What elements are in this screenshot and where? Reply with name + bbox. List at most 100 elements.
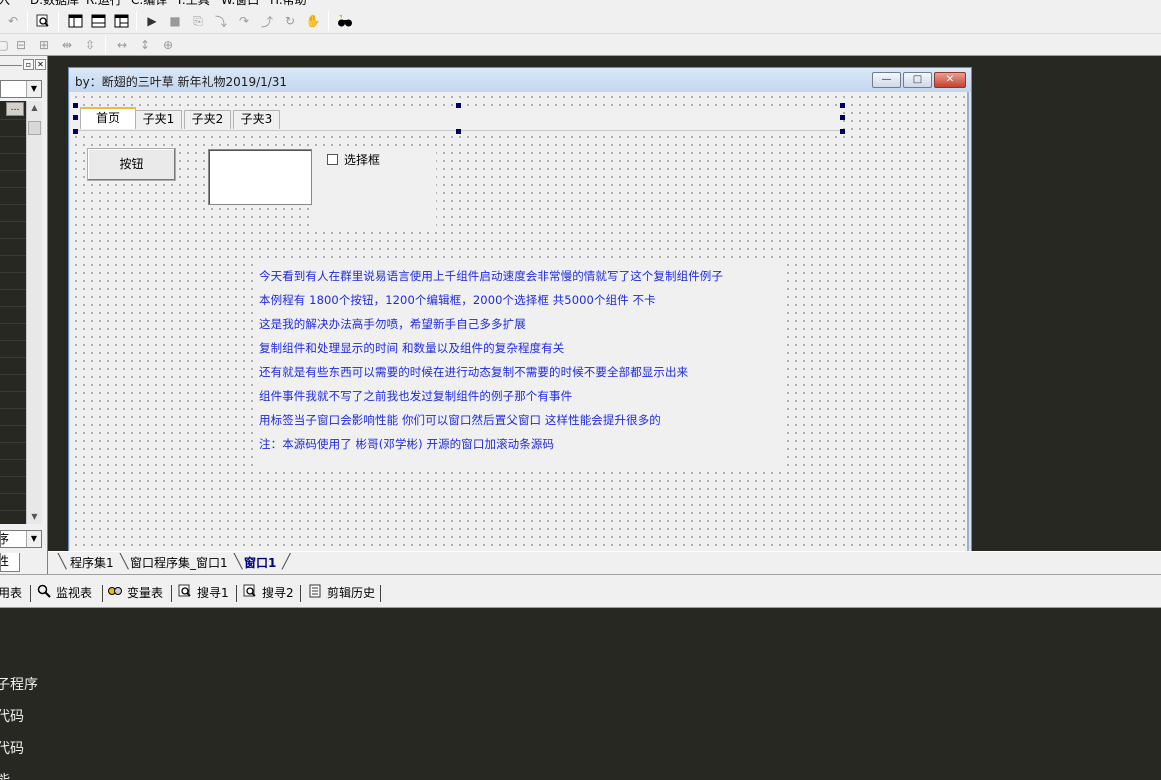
toolbar-separator	[27, 11, 28, 31]
tab-separator	[236, 585, 237, 602]
output-line: 代码	[0, 741, 24, 757]
list-row	[0, 119, 26, 120]
design-canvas[interactable]: 首页 子夹1 子夹2 子夹3 按钮 选择框 今天看到有人在群里说易语言使用上千组…	[70, 92, 969, 552]
selection-handle[interactable]	[840, 103, 845, 108]
tab-home[interactable]: 首页	[80, 107, 136, 129]
window-layout-1-icon[interactable]	[66, 12, 84, 30]
menu-item-help[interactable]: H.帮助	[270, 0, 307, 8]
tab-properties[interactable]: 性	[0, 553, 20, 572]
property-scrollbar[interactable]: ▲ ▼	[26, 101, 42, 524]
menu-item-tools[interactable]: T.工具	[176, 0, 210, 8]
toolbar-separator	[328, 11, 329, 31]
chevron-down-icon[interactable]: ▼	[26, 81, 41, 97]
same-height-icon[interactable]: ↕	[136, 36, 154, 54]
tab-search2[interactable]: 搜寻2	[242, 584, 294, 602]
tab-variables[interactable]: 变量表	[107, 584, 163, 602]
edit-box-control[interactable]	[208, 149, 312, 205]
list-row	[0, 510, 26, 511]
selection-handle[interactable]	[840, 115, 845, 120]
ellipsis-button[interactable]: …	[6, 102, 24, 116]
tab-assembly[interactable]: 程序集1	[70, 555, 114, 573]
designer-window[interactable]: by：断翅的三叶草 新年礼物2019/1/31 — □ ✕ 首页 子夹1 子夹2…	[68, 67, 972, 552]
tab-divider: ╲	[58, 554, 67, 570]
tab-clip-history[interactable]: 剪辑历史	[307, 584, 375, 602]
list-row	[0, 204, 26, 205]
step-icon[interactable]: ⎘	[189, 12, 207, 30]
step-out-icon[interactable]: ⤴	[258, 12, 276, 30]
chevron-down-icon[interactable]: ▼	[26, 531, 41, 547]
tab-sub3[interactable]: 子夹3	[233, 110, 280, 129]
output-panel[interactable]: 子程序 代码 代码 能	[0, 608, 1161, 780]
checkbox-control[interactable]: 选择框	[312, 149, 436, 229]
find-icon[interactable]	[34, 12, 52, 30]
menu-item-window[interactable]: W.窗口	[221, 0, 259, 8]
tab-window-assembly[interactable]: 窗口程序集_窗口1	[130, 555, 228, 573]
tab-separator	[380, 585, 381, 602]
checkbox-label: 选择框	[344, 153, 381, 167]
same-size-icon[interactable]: ⊕	[159, 36, 177, 54]
label-control[interactable]: 今天看到有人在群里说易语言使用上千组件启动速度会非常慢的情就写了这个复制组件例子…	[255, 263, 783, 467]
output-line: 子程序	[0, 677, 38, 693]
menu-item-run[interactable]: R.运行	[86, 0, 122, 8]
tab-divider: ╱	[282, 554, 291, 570]
tab-watch[interactable]: 监视表	[36, 584, 92, 602]
menu-item-database[interactable]: D.数据库	[30, 0, 79, 8]
align-left-icon[interactable]: ▢	[0, 36, 12, 54]
checkbox[interactable]	[327, 154, 338, 165]
toolbar-separator	[105, 36, 106, 54]
designer-titlebar[interactable]: by：断翅的三叶草 新年礼物2019/1/31 — □ ✕	[69, 68, 971, 92]
scroll-down-icon[interactable]: ▼	[28, 510, 41, 524]
property-list[interactable]: …	[0, 101, 26, 524]
window-layout-3-icon[interactable]	[112, 12, 130, 30]
undo-icon[interactable]: ↶	[4, 12, 22, 30]
tab-label: 监视表	[56, 586, 93, 600]
toolbar-separator	[58, 11, 59, 31]
output-tabs: 用表 监视表 变量表 搜寻1 搜寻2 剪辑历史	[0, 574, 1161, 608]
selection-handle[interactable]	[840, 129, 845, 134]
list-row	[0, 306, 26, 307]
label-line: 今天看到有人在群里说易语言使用上千组件启动速度会非常慢的情就写了这个复制组件例子	[259, 269, 723, 283]
menu-item-insert[interactable]: 入	[0, 0, 10, 8]
tab-sub2[interactable]: 子夹2	[184, 110, 231, 129]
close-button[interactable]: ✕	[934, 72, 966, 88]
tab-sub1[interactable]: 子夹1	[135, 110, 182, 129]
restore-icon[interactable]: ▫	[23, 59, 34, 70]
step-over-icon[interactable]: ↷	[235, 12, 253, 30]
event-combo[interactable]: 序 ▼	[0, 530, 42, 548]
menu-item-compile[interactable]: C.编译	[131, 0, 167, 8]
label-line: 复制组件和处理显示的时间 和数量以及组件的复杂程度有关	[259, 341, 565, 355]
button-control[interactable]: 按钮	[87, 148, 176, 181]
tab-control[interactable]: 首页 子夹1 子夹2 子夹3	[73, 103, 845, 134]
tab-search1[interactable]: 搜寻1	[177, 584, 229, 602]
window-layout-2-icon[interactable]	[89, 12, 107, 30]
selection-handle[interactable]	[73, 115, 78, 120]
close-icon[interactable]: ✕	[35, 59, 46, 70]
binoculars-icon[interactable]	[336, 12, 354, 30]
hand-icon[interactable]: ✋	[304, 12, 322, 30]
output-line: 能	[0, 770, 10, 780]
same-width-icon[interactable]: ↔	[113, 36, 131, 54]
selection-handle[interactable]	[456, 103, 461, 108]
align-center-icon[interactable]: ⊟	[12, 36, 30, 54]
run-to-cursor-icon[interactable]: ↻	[281, 12, 299, 30]
scroll-up-icon[interactable]: ▲	[28, 101, 41, 115]
menu-bar: 入 D.数据库 R.运行 C.编译 T.工具 W.窗口 H.帮助	[0, 0, 1161, 8]
gripper-line	[0, 65, 22, 66]
selection-handle[interactable]	[73, 129, 78, 134]
minimize-button[interactable]: —	[872, 72, 901, 88]
tab-call-table[interactable]: 用表	[0, 584, 22, 602]
stop-icon[interactable]: ■	[166, 12, 184, 30]
align-right-icon[interactable]: ⊞	[35, 36, 53, 54]
tab-window1[interactable]: 窗口1	[244, 555, 276, 573]
find-icon	[242, 584, 258, 603]
component-combo[interactable]: ▼	[0, 80, 42, 98]
label-line: 本例程有 1800个按钮，1200个编辑框，2000个选择框 共5000个组件 …	[259, 293, 656, 307]
selection-handle[interactable]	[456, 129, 461, 134]
distribute-h-icon[interactable]: ⇹	[58, 36, 76, 54]
maximize-button[interactable]: □	[903, 72, 932, 88]
scroll-thumb[interactable]	[28, 121, 41, 135]
distribute-v-icon[interactable]: ⇳	[81, 36, 99, 54]
selection-handle[interactable]	[73, 103, 78, 108]
step-into-icon[interactable]: ⤵	[212, 12, 230, 30]
run-icon[interactable]: ▶	[143, 12, 161, 30]
